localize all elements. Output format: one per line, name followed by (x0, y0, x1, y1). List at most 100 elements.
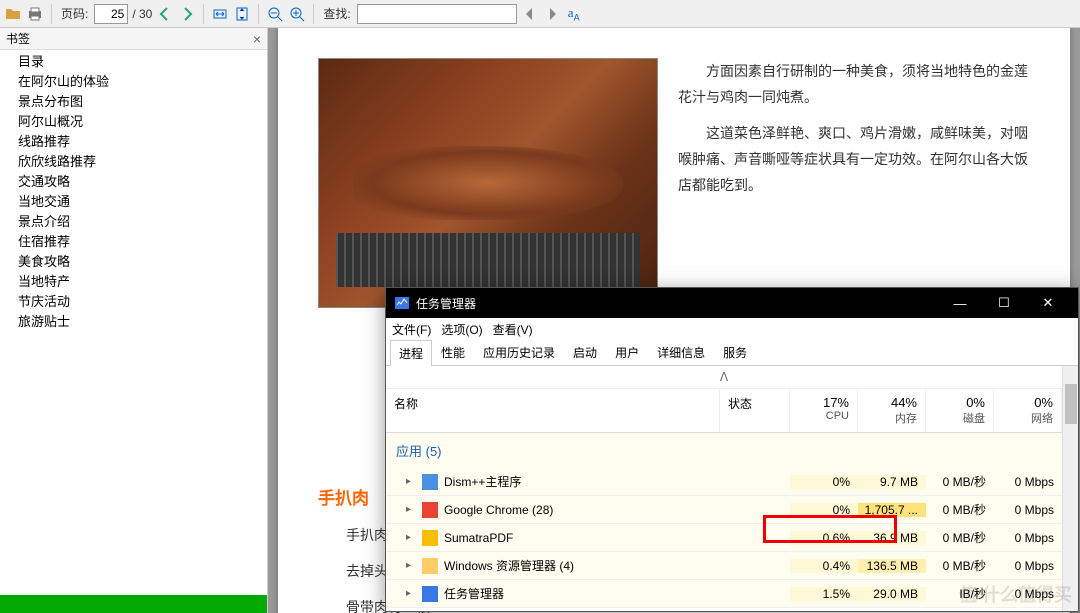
page-number-input[interactable] (94, 4, 128, 24)
separator (51, 4, 52, 24)
fewer-details-toggle[interactable]: ᐱ (386, 366, 1062, 389)
page-label: 页码: (61, 5, 88, 22)
sidebar-header: 书签 × (0, 28, 267, 50)
bookmark-item[interactable]: 线路推荐 (6, 132, 267, 152)
prev-page-icon[interactable] (156, 5, 174, 23)
expand-icon[interactable]: ▸ (406, 504, 416, 515)
bookmarks-sidebar: 书签 × 目录在阿尔山的体验景点分布图阿尔山概况线路推荐欣欣线路推荐交通攻略当地… (0, 28, 268, 613)
separator (313, 4, 314, 24)
paragraph: 方面因素自行研制的一种美食，须将当地特色的金莲花汁与鸡肉一同炖煮。 (678, 58, 1030, 110)
disk-value: IB/秒 (926, 585, 994, 602)
col-name[interactable]: 名称 (386, 389, 720, 432)
scrollbar[interactable] (1062, 366, 1078, 611)
process-row[interactable]: ▸Windows 资源管理器 (4)0.4%136.5 MB0 MB/秒0 Mb… (386, 552, 1062, 580)
process-name: SumatraPDF (444, 531, 513, 545)
app-icon (422, 558, 438, 574)
bookmark-item[interactable]: 目录 (6, 52, 267, 72)
find-prev-icon[interactable] (521, 5, 539, 23)
app-icon (422, 502, 438, 518)
process-name: Dism++主程序 (444, 473, 521, 490)
tab-进程[interactable]: 进程 (390, 340, 432, 366)
bookmark-item[interactable]: 欣欣线路推荐 (6, 152, 267, 172)
col-memory[interactable]: 44%内存 (858, 389, 926, 432)
next-page-icon[interactable] (178, 5, 196, 23)
tab-应用历史记录[interactable]: 应用历史记录 (474, 339, 564, 365)
process-name: Windows 资源管理器 (4) (444, 557, 574, 574)
sidebar-footer (0, 595, 267, 613)
bookmark-item[interactable]: 美食攻略 (6, 252, 267, 272)
scrollbar-thumb[interactable] (1065, 384, 1077, 424)
process-table: ᐱ 名称 状态 17%CPU 44%内存 0%磁盘 0%网络 应用 (5) ▸ D… (386, 366, 1062, 611)
menu-options[interactable]: 选项(O) (441, 321, 482, 338)
bookmark-item[interactable]: 旅游贴士 (6, 312, 267, 332)
process-row[interactable]: ▸Dism++主程序0%9.7 MB0 MB/秒0 Mbps (386, 468, 1062, 496)
titlebar[interactable]: 任务管理器 — ☐ ✕ (386, 288, 1078, 318)
menubar: 文件(F) 选项(O) 查看(V) (386, 318, 1078, 340)
cpu-value: 0.4% (790, 559, 858, 573)
page-total: / 30 (132, 7, 152, 21)
tab-性能[interactable]: 性能 (432, 339, 474, 365)
tm-body: ᐱ 名称 状态 17%CPU 44%内存 0%磁盘 0%网络 应用 (5) ▸ D… (386, 366, 1078, 611)
network-value: 0 Mbps (994, 475, 1062, 489)
tab-strip: 进程性能应用历史记录启动用户详细信息服务 (386, 340, 1078, 366)
zoom-out-icon[interactable] (266, 5, 284, 23)
bookmark-item[interactable]: 阿尔山概况 (6, 112, 267, 132)
disk-value: 0 MB/秒 (926, 529, 994, 546)
expand-icon[interactable]: ▸ (406, 476, 416, 487)
print-icon[interactable] (26, 5, 44, 23)
disk-value: 0 MB/秒 (926, 501, 994, 518)
bookmark-item[interactable]: 住宿推荐 (6, 232, 267, 252)
tab-用户[interactable]: 用户 (606, 339, 648, 365)
network-value: 0 Mbps (994, 587, 1062, 601)
tab-启动[interactable]: 启动 (564, 339, 606, 365)
col-status[interactable]: 状态 (720, 389, 790, 432)
network-value: 0 Mbps (994, 503, 1062, 517)
process-name: 任务管理器 (444, 585, 504, 602)
bookmark-item[interactable]: 交通攻略 (6, 172, 267, 192)
open-file-icon[interactable] (4, 5, 22, 23)
pdf-toolbar: 页码: / 30 查找: aA (0, 0, 1080, 28)
app-icon (422, 530, 438, 546)
separator (203, 4, 204, 24)
group-apps[interactable]: 应用 (5) (386, 433, 1062, 468)
col-cpu[interactable]: 17%CPU (790, 389, 858, 432)
bookmark-item[interactable]: 当地特产 (6, 272, 267, 292)
separator (258, 4, 259, 24)
bookmark-item[interactable]: 景点介绍 (6, 212, 267, 232)
menu-file[interactable]: 文件(F) (392, 321, 431, 338)
memory-value: 136.5 MB (858, 559, 926, 573)
find-next-icon[interactable] (543, 5, 561, 23)
col-disk[interactable]: 0%磁盘 (926, 389, 994, 432)
match-case-icon[interactable]: aA (565, 5, 583, 23)
tab-详细信息[interactable]: 详细信息 (648, 339, 714, 365)
expand-icon[interactable]: ▸ (406, 560, 416, 571)
fit-width-icon[interactable] (211, 5, 229, 23)
find-input[interactable] (357, 4, 517, 24)
menu-view[interactable]: 查看(V) (493, 321, 533, 338)
maximize-button[interactable]: ☐ (982, 288, 1026, 318)
bookmark-item[interactable]: 在阿尔山的体验 (6, 72, 267, 92)
cpu-value: 0% (790, 475, 858, 489)
expand-icon[interactable]: ▸ (406, 588, 416, 599)
tab-服务[interactable]: 服务 (714, 339, 756, 365)
window-title: 任务管理器 (416, 295, 938, 312)
zoom-in-icon[interactable] (288, 5, 306, 23)
col-network[interactable]: 0%网络 (994, 389, 1062, 432)
table-header: 名称 状态 17%CPU 44%内存 0%磁盘 0%网络 (386, 389, 1062, 433)
bookmark-item[interactable]: 节庆活动 (6, 292, 267, 312)
taskmgr-icon (394, 295, 410, 311)
paragraph: 这道菜色泽鲜艳、爽口、鸡片滑嫩，咸鲜味美，对咽喉肿痛、声音嘶哑等症状具有一定功效… (678, 120, 1030, 198)
process-row[interactable]: ▸SumatraPDF0.6%36.9 MB0 MB/秒0 Mbps (386, 524, 1062, 552)
expand-icon[interactable]: ▸ (406, 532, 416, 543)
bookmark-item[interactable]: 景点分布图 (6, 92, 267, 112)
minimize-button[interactable]: — (938, 288, 982, 318)
process-row[interactable]: ▸任务管理器1.5%29.0 MBIB/秒0 Mbps (386, 580, 1062, 608)
close-button[interactable]: ✕ (1026, 288, 1070, 318)
bookmark-item[interactable]: 当地交通 (6, 192, 267, 212)
disk-value: 0 MB/秒 (926, 557, 994, 574)
sidebar-close-icon[interactable]: × (253, 31, 261, 47)
process-name: Google Chrome (28) (444, 503, 553, 517)
task-manager-window: 任务管理器 — ☐ ✕ 文件(F) 选项(O) 查看(V) 进程性能应用历史记录… (385, 287, 1079, 612)
fit-page-icon[interactable] (233, 5, 251, 23)
process-row[interactable]: ▸Google Chrome (28)0%1,705.7 ...0 MB/秒0 … (386, 496, 1062, 524)
